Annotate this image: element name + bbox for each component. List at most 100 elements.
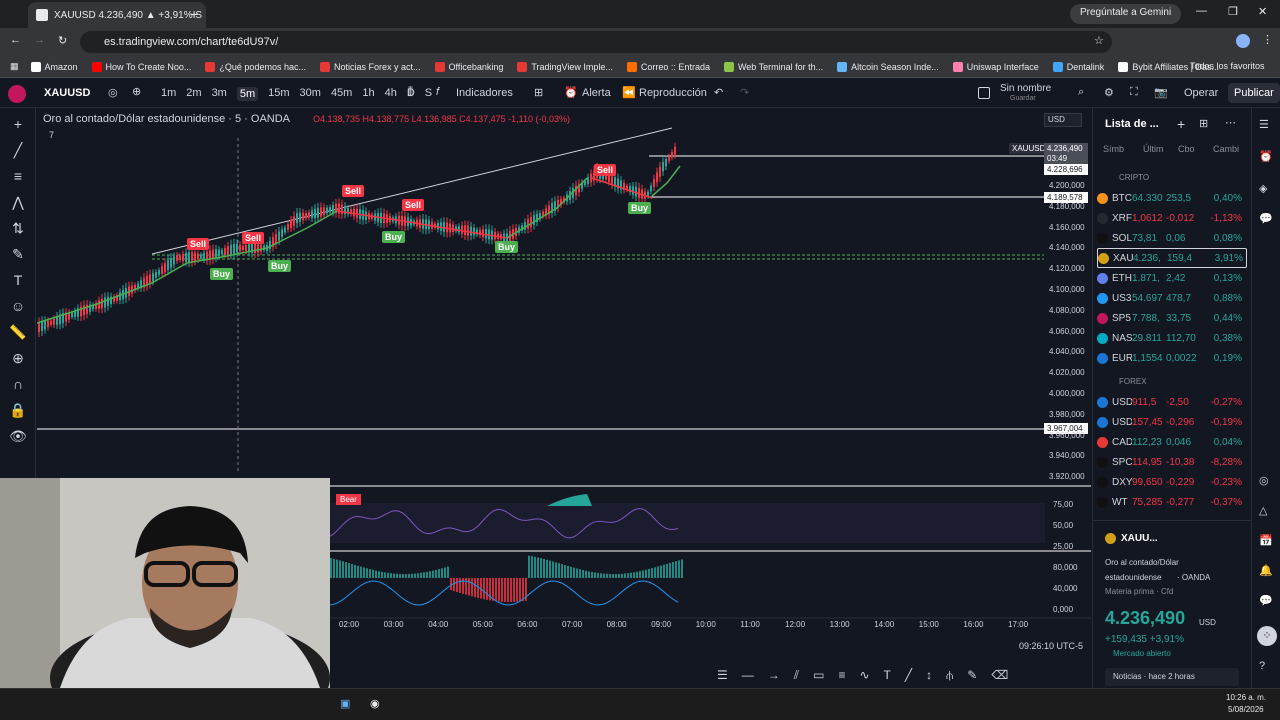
- forward-icon[interactable]: →: [34, 34, 45, 46]
- bookmark-item[interactable]: TradingView Imple...: [517, 61, 613, 72]
- calendar-icon[interactable]: 📅: [1259, 534, 1273, 547]
- more-icon[interactable]: ⋯: [1225, 116, 1236, 129]
- watchlist-row[interactable]: ETH 1.871, 2,42 0,13%: [1097, 268, 1247, 288]
- browser-menu-icon[interactable]: ⋮: [1262, 33, 1273, 46]
- search-icon[interactable]: ⌕: [1078, 86, 1084, 99]
- forecast-icon[interactable]: ⇅: [8, 218, 28, 238]
- redo-icon[interactable]: ↷: [740, 86, 749, 99]
- watchlist-layout-icon[interactable]: ⊞: [1199, 117, 1208, 130]
- url-field[interactable]: es.tradingview.com/chart/te6dU97v/: [80, 31, 1112, 53]
- timeframe-S[interactable]: S: [425, 87, 432, 101]
- help-icon[interactable]: ?: [1259, 660, 1265, 672]
- indicators-button[interactable]: Indicadores: [456, 87, 513, 99]
- browser-tab[interactable]: XAUUSD 4.236,490 ▲ +3,91% S: [28, 2, 206, 28]
- gemini-button[interactable]: Pregúntale a Gemini: [1070, 4, 1182, 24]
- replay-button[interactable]: Reproducción: [639, 87, 707, 99]
- fullscreen-icon[interactable]: ⛶: [1130, 86, 1138, 99]
- bookmark-item[interactable]: ¿Qué podemos hac...: [205, 61, 306, 72]
- layout-name[interactable]: Sin nombre: [1000, 83, 1051, 94]
- align-icon[interactable]: ☰: [717, 668, 728, 682]
- back-icon[interactable]: ←: [10, 34, 21, 46]
- compare-add-icon[interactable]: ⊕: [132, 85, 141, 98]
- cursor-tool-icon[interactable]: ↕: [926, 668, 932, 682]
- settings-gear-icon[interactable]: ⚙: [1104, 86, 1114, 99]
- watchlist-row[interactable]: CAD 112,23 0,046 0,04%: [1097, 432, 1247, 452]
- apps-icon[interactable]: ⁘: [1257, 626, 1277, 646]
- watchlist-row[interactable]: BTC 64.330 253,5 0,40%: [1097, 188, 1247, 208]
- section-crypto[interactable]: CRIPTO: [1119, 173, 1149, 182]
- symbol-search[interactable]: XAUUSD: [36, 84, 116, 104]
- alert-button[interactable]: Alerta: [582, 87, 611, 99]
- column-header[interactable]: Cambi: [1213, 144, 1248, 154]
- brush-tool-icon[interactable]: ✎: [967, 668, 977, 682]
- watchlist-row[interactable]: XRF 1,0612 -0,012 -1,13%: [1097, 208, 1247, 228]
- news-card[interactable]: Noticias · hace 2 horas: [1105, 668, 1239, 686]
- timeframe-1m[interactable]: 1m: [161, 87, 176, 101]
- bookmark-item[interactable]: Dentalink: [1052, 61, 1104, 72]
- bookmark-item[interactable]: Uniswap Interface: [952, 61, 1039, 72]
- close-window-icon[interactable]: ✕: [1258, 5, 1267, 18]
- bookmark-star-icon[interactable]: ☆: [1094, 34, 1104, 47]
- watchlist-icon[interactable]: ☰: [1259, 118, 1269, 131]
- text-tool-icon[interactable]: T: [884, 668, 891, 682]
- pitchfork-icon[interactable]: ⫛: [946, 668, 953, 683]
- undo-icon[interactable]: ↶: [714, 86, 723, 99]
- reload-icon[interactable]: ↻: [58, 34, 67, 47]
- layers-icon[interactable]: ◈: [1259, 182, 1267, 195]
- bookmark-item[interactable]: Amazon: [30, 61, 78, 72]
- pattern-icon[interactable]: ⋀: [8, 192, 28, 212]
- fib-tool-icon[interactable]: ≡: [838, 668, 845, 682]
- watchlist-row[interactable]: EUR 1,1554 0,0022 0,19%: [1097, 348, 1247, 368]
- add-symbol-icon[interactable]: +: [1177, 116, 1185, 132]
- column-header[interactable]: Cbo: [1178, 144, 1213, 154]
- watchlist-row[interactable]: XAU 4.236, 159,4 3,91%: [1097, 248, 1247, 268]
- all-bookmarks[interactable]: Todos los favoritos: [1190, 61, 1265, 71]
- target-icon[interactable]: ◎: [1259, 474, 1269, 487]
- detail-symbol[interactable]: XAUU...: [1121, 533, 1158, 544]
- wave-icon[interactable]: ∿: [859, 668, 869, 682]
- app-icon-2[interactable]: ◉: [370, 697, 380, 710]
- bookmark-item[interactable]: Noticias Forex y act...: [319, 61, 421, 72]
- maximize-icon[interactable]: ❐: [1228, 5, 1238, 18]
- line-tool-icon[interactable]: ╱: [905, 668, 912, 682]
- alerts-clock-icon[interactable]: ⏰: [1259, 150, 1273, 163]
- apps-grid-icon[interactable]: ▦: [10, 61, 19, 72]
- bookmark-item[interactable]: Officebanking: [434, 61, 503, 72]
- chart-type-icon[interactable]: ⫼: [408, 86, 413, 99]
- timeframe-4h[interactable]: 4h: [385, 87, 397, 101]
- drawing-favorites-bar[interactable]: ☰ — → ⫽ ▭ ≡ ∿ T ╱ ↕ ⫛ ✎ ⌫: [717, 663, 1087, 687]
- chat-icon[interactable]: 💬: [1259, 212, 1273, 225]
- app-icon-1[interactable]: ▣: [340, 697, 350, 710]
- new-tab-icon[interactable]: +: [190, 6, 198, 22]
- watchlist-row[interactable]: SP5 7.788, 33,75 0,44%: [1097, 308, 1247, 328]
- zoom-icon[interactable]: ⊕: [8, 348, 28, 368]
- watchlist-row[interactable]: SPC 114,95 -10,38 -8,28%: [1097, 452, 1247, 472]
- watch-symbol-icon[interactable]: ◎: [108, 86, 118, 99]
- bookmark-item[interactable]: Altcoin Season Inde...: [837, 61, 939, 72]
- profile-avatar[interactable]: [1236, 34, 1250, 48]
- watchlist-row[interactable]: SOL 73,81 0,06 0,08%: [1097, 228, 1247, 248]
- ruler-icon[interactable]: 📏: [8, 322, 28, 342]
- fib-icon[interactable]: ≡: [8, 166, 28, 186]
- trendline-icon[interactable]: ╱: [8, 140, 28, 160]
- channel-icon[interactable]: ⫽: [794, 668, 799, 683]
- watchlist-row[interactable]: WT 75,285 -0,277 -0,37%: [1097, 492, 1247, 512]
- eye-icon[interactable]: 👁: [8, 426, 28, 446]
- timeframe-45m[interactable]: 45m: [331, 87, 352, 101]
- crosshair-icon[interactable]: +: [8, 114, 28, 134]
- timeframe-30m[interactable]: 30m: [300, 87, 321, 101]
- lock-icon[interactable]: 🔒: [8, 400, 28, 420]
- layout-checkbox-icon[interactable]: [978, 87, 990, 99]
- minimize-icon[interactable]: —: [1196, 5, 1207, 17]
- timeframe-1h[interactable]: 1h: [362, 87, 374, 101]
- eraser-icon[interactable]: ⌫: [991, 668, 1008, 682]
- timeframe-3m[interactable]: 3m: [212, 87, 227, 101]
- column-header[interactable]: Símb: [1103, 144, 1143, 154]
- ray-icon[interactable]: →: [768, 668, 780, 682]
- triangle-icon[interactable]: △: [1259, 504, 1267, 517]
- watchlist-title[interactable]: Lista de ...: [1105, 118, 1159, 130]
- price-axis[interactable]: 4.200,000 4.180,000 4.160,000 4.140,000 4.12…: [1045, 108, 1091, 488]
- emoji-icon[interactable]: ☺: [8, 296, 28, 316]
- watchlist-row[interactable]: US3 54.697 478,7 0,88%: [1097, 288, 1247, 308]
- rect-icon[interactable]: ▭: [813, 668, 824, 682]
